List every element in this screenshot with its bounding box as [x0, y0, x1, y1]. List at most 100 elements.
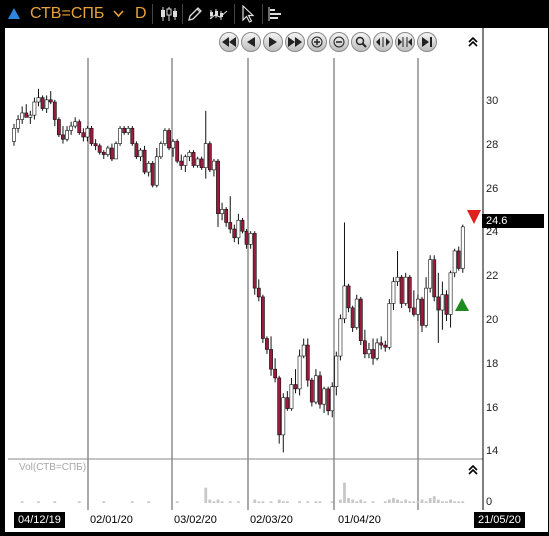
- volume-bar: [457, 501, 461, 503]
- candle: [232, 224, 237, 243]
- zoom-box-icon[interactable]: [351, 32, 371, 52]
- candle: [277, 375, 282, 444]
- candle: [212, 158, 216, 177]
- x-tick-label: 01/04/20: [338, 514, 381, 526]
- candle: [220, 202, 224, 221]
- candle: [28, 110, 33, 124]
- buy-signal-marker: [455, 298, 469, 311]
- volume-bar: [408, 501, 412, 503]
- rewind-icon[interactable]: [219, 32, 239, 52]
- candle: [126, 126, 131, 135]
- candle: [346, 283, 351, 313]
- candle: [416, 294, 420, 321]
- candle: [273, 358, 278, 383]
- candle: [183, 154, 188, 173]
- volume-bar: [449, 499, 452, 503]
- y-tick-label: 16: [486, 401, 499, 414]
- candle: [248, 231, 253, 249]
- candle: [354, 294, 359, 330]
- candle: [424, 277, 428, 328]
- x-tick-label: 02/01/20: [90, 514, 133, 526]
- candle: [101, 150, 106, 159]
- candle: [362, 329, 367, 359]
- volume-bar: [261, 501, 265, 503]
- candle: [138, 147, 143, 162]
- candle: [379, 336, 384, 350]
- volume-bar: [175, 501, 179, 503]
- candle: [191, 150, 196, 168]
- jump-end-icon[interactable]: [417, 32, 437, 52]
- price-chart[interactable]: [0, 0, 549, 536]
- zoom-in-icon[interactable]: [307, 32, 327, 52]
- candle: [89, 126, 94, 146]
- collapse-price-pane-icon[interactable]: [466, 35, 480, 49]
- candle: [297, 349, 302, 396]
- candle: [187, 150, 192, 162]
- volume-bar: [424, 501, 428, 503]
- candle: [93, 139, 98, 151]
- candle: [105, 145, 110, 157]
- volume-bar: [298, 501, 301, 503]
- volume-bar: [359, 499, 363, 503]
- candle: [48, 91, 53, 105]
- candle: [403, 272, 408, 306]
- candle: [179, 154, 184, 170]
- candle: [301, 338, 306, 359]
- candle: [65, 126, 69, 142]
- candle: [322, 386, 326, 413]
- y-tick-label: 26: [486, 182, 499, 195]
- volume-bar: [396, 499, 399, 503]
- candle: [20, 106, 25, 124]
- candle: [203, 110, 208, 179]
- volume-bar: [400, 501, 403, 503]
- volume-bar: [330, 501, 334, 503]
- candle: [56, 117, 61, 138]
- volume-bar: [208, 499, 212, 503]
- volume-bar: [404, 499, 408, 503]
- candle: [293, 369, 298, 394]
- sell-signal-marker: [467, 210, 481, 224]
- candle: [314, 369, 318, 405]
- volume-bar: [281, 501, 285, 503]
- volume-bar: [420, 499, 424, 503]
- y-tick-label: 14: [486, 445, 499, 458]
- candle: [110, 143, 114, 162]
- x-tick-label: 21/05/20: [474, 512, 525, 528]
- candle: [236, 213, 241, 245]
- volume-bar: [237, 501, 240, 503]
- candle: [444, 290, 449, 321]
- volume-bar: [277, 499, 281, 503]
- candle: [154, 147, 159, 188]
- candle: [158, 141, 163, 159]
- volume-bar: [387, 499, 391, 503]
- volume-bar: [306, 501, 310, 503]
- candle: [16, 115, 20, 133]
- fit-horizontal-icon[interactable]: [395, 32, 415, 52]
- candle: [85, 126, 90, 142]
- candle: [265, 336, 269, 354]
- volume-bar: [220, 501, 224, 503]
- candle: [407, 275, 412, 313]
- volume-bar: [269, 501, 273, 503]
- candle: [207, 141, 212, 173]
- zoom-out-icon[interactable]: [329, 32, 349, 52]
- candle: [252, 231, 257, 295]
- candle: [371, 338, 375, 365]
- volume-bar: [253, 499, 257, 503]
- expand-horizontal-icon[interactable]: [373, 32, 393, 52]
- candle: [69, 121, 74, 135]
- scroll-right-icon[interactable]: [263, 32, 283, 52]
- scroll-left-icon[interactable]: [241, 32, 261, 52]
- y-tick-label: 30: [486, 95, 499, 107]
- candle: [146, 161, 151, 177]
- volume-bar: [453, 501, 457, 503]
- candle: [452, 248, 457, 278]
- candle: [305, 338, 310, 387]
- volume-bar: [204, 487, 208, 503]
- volume-bar: [318, 501, 322, 503]
- collapse-volume-pane-icon[interactable]: [466, 463, 480, 477]
- x-tick-label: 02/03/20: [250, 514, 293, 526]
- volume-axis-label: 0: [486, 496, 493, 508]
- fast-forward-icon[interactable]: [285, 32, 305, 52]
- candle: [44, 95, 49, 113]
